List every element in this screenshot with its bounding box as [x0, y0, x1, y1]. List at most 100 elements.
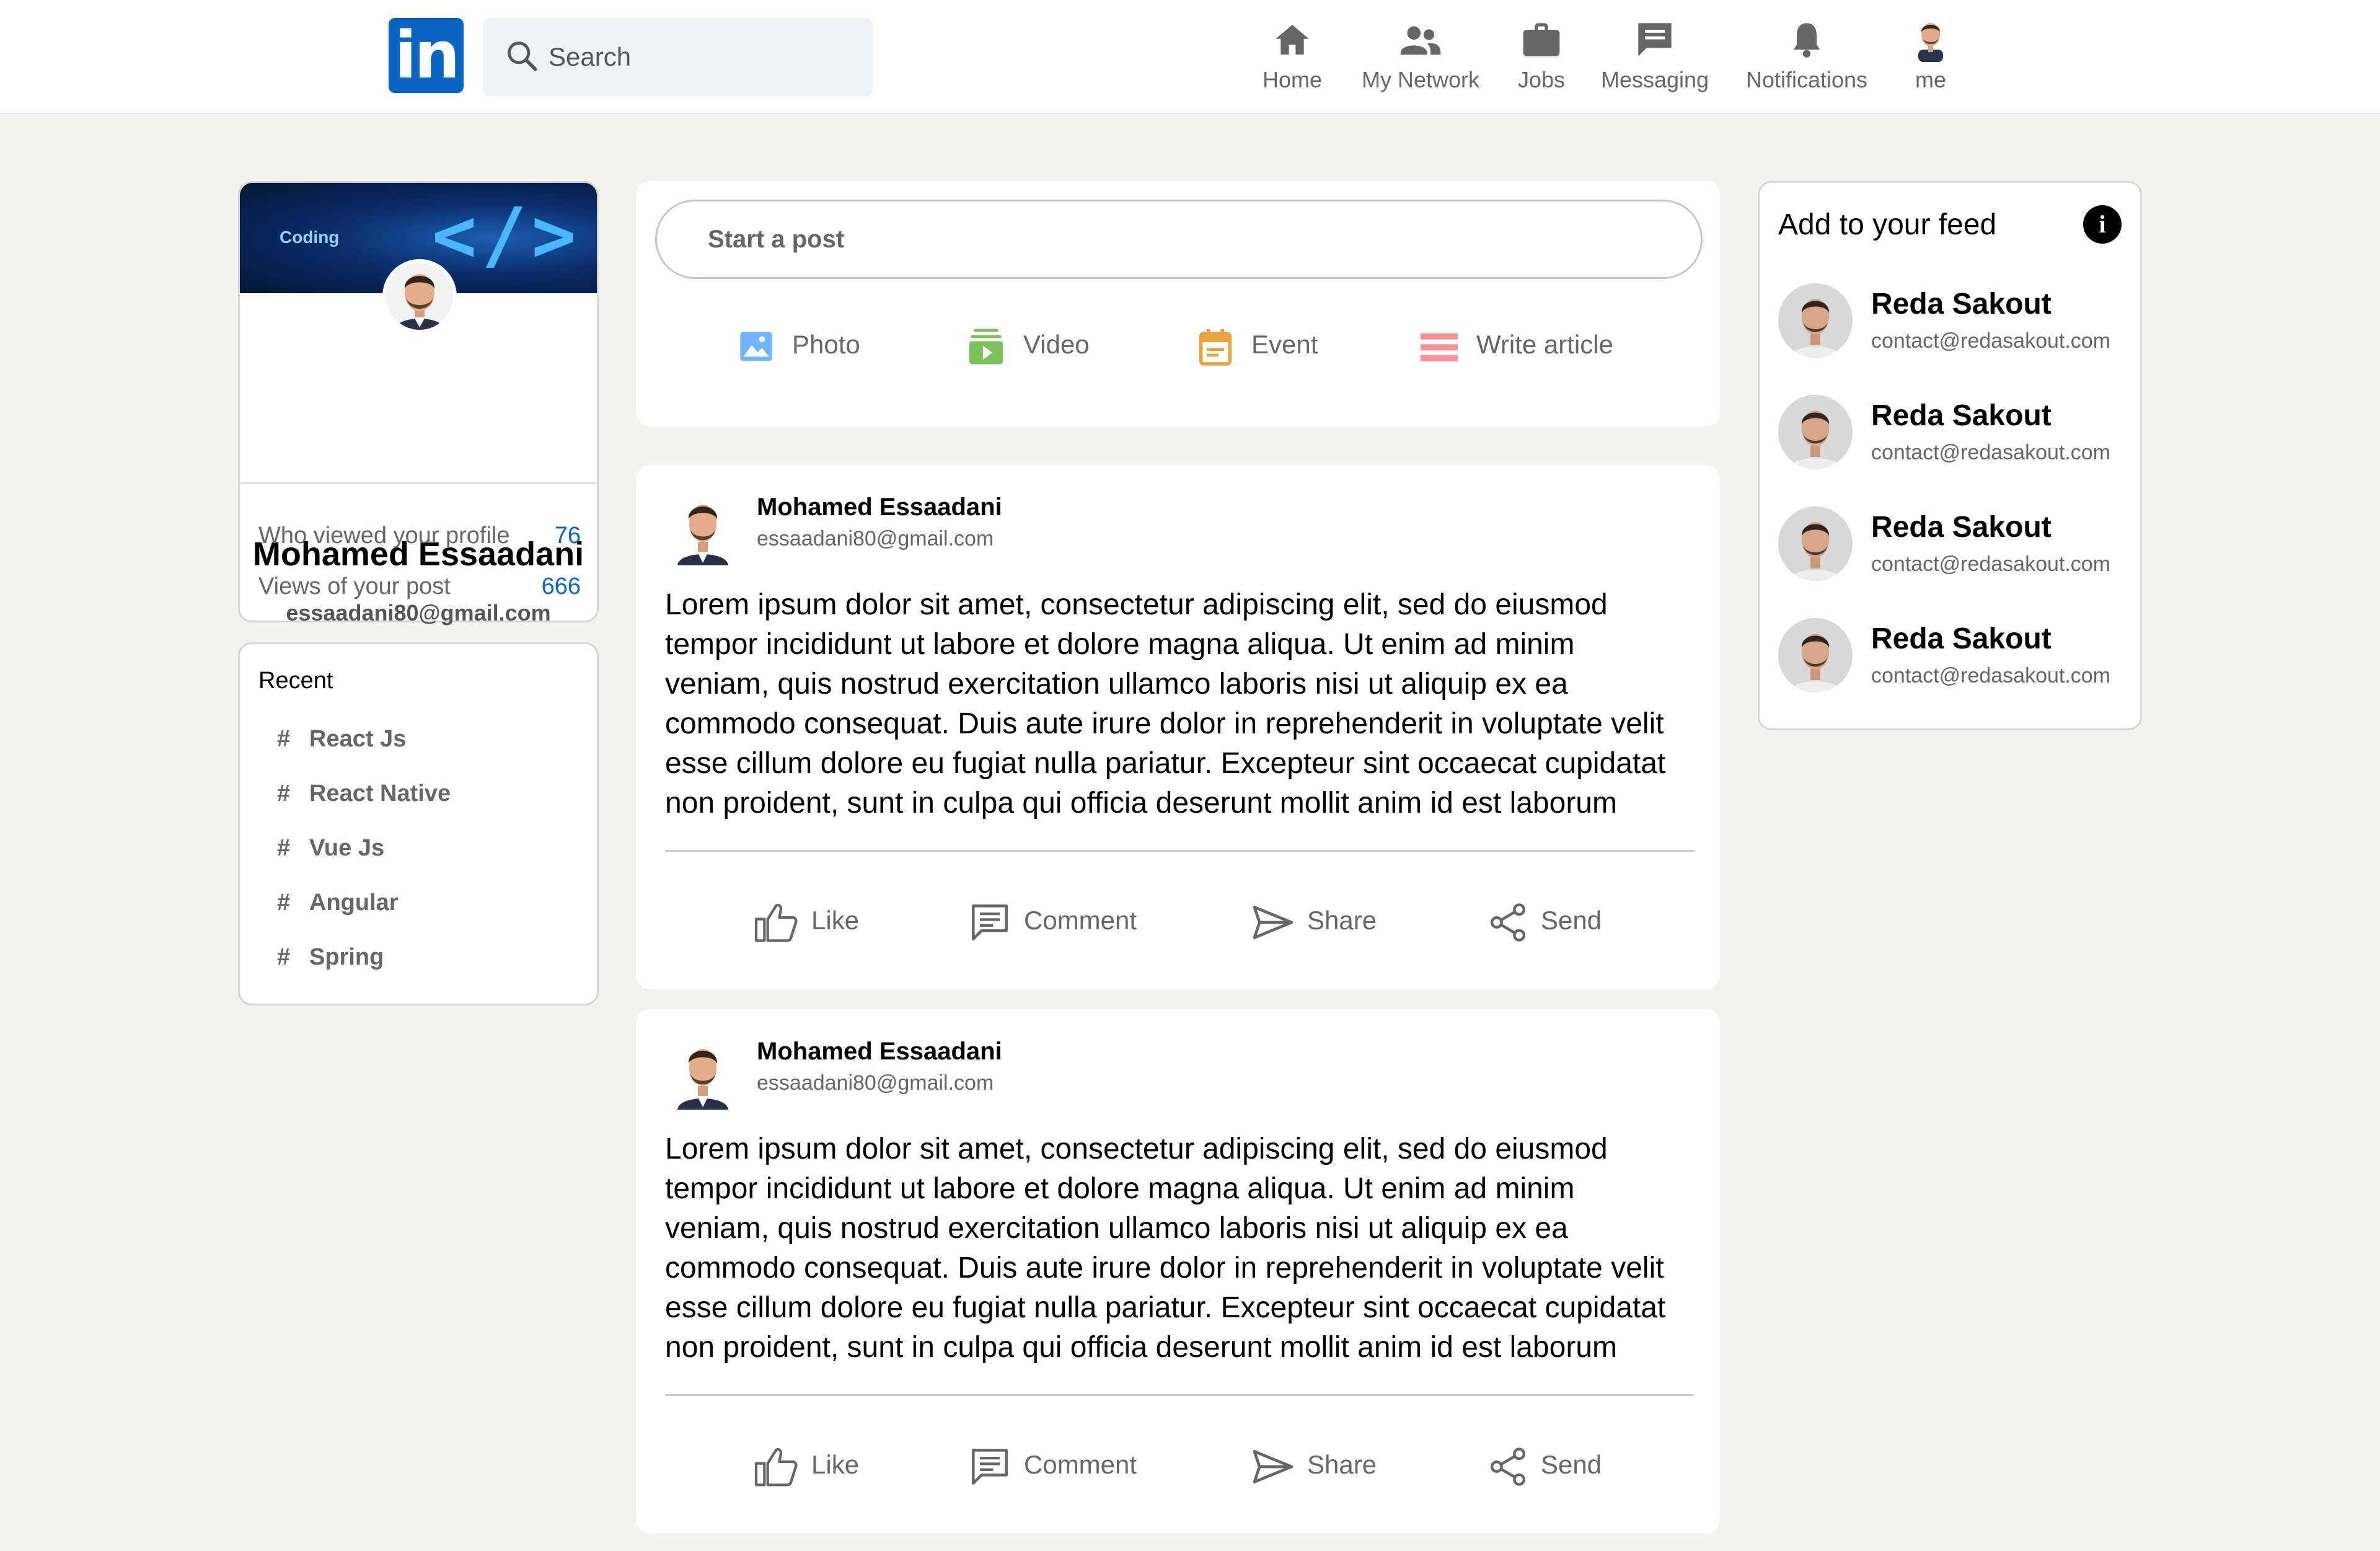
suggestion-email: contact@redasakout.com	[1871, 329, 2111, 353]
tag-label: React Js	[309, 726, 407, 752]
write-article-button[interactable]: Write article	[1421, 325, 1613, 365]
share-button[interactable]: Share	[1253, 899, 1377, 942]
suggestion-photo	[1778, 283, 1853, 358]
post-line: non proident, sunt in culpa qui officia …	[665, 1331, 1617, 1364]
suggestion-name[interactable]: Reda Sakout	[1871, 287, 2052, 321]
start-post-input[interactable]: Start a post	[655, 200, 1703, 279]
stat-post-views[interactable]: Views of your post 666	[258, 573, 581, 600]
tag-label: Vue Js	[309, 835, 385, 861]
recent-tag[interactable]: # Vue Js	[277, 835, 384, 862]
suggestion-name[interactable]: Reda Sakout	[1871, 622, 2052, 656]
suggestion-name[interactable]: Reda Sakout	[1871, 399, 2052, 433]
stat-value: 76	[554, 523, 581, 549]
stat-profile-views[interactable]: Who viewed your profile 76	[258, 523, 581, 549]
feed-suggestion[interactable]: Reda Sakout contact@redasakout.com	[1778, 283, 2138, 364]
send-label: Send	[1541, 906, 1602, 935]
suggestion-photo	[1778, 618, 1853, 692]
comment-label: Comment	[1024, 1450, 1137, 1479]
tag-label: Angular	[309, 890, 399, 916]
post-line: veniam, quis nostrud exercitation ullamc…	[665, 668, 1568, 700]
comment-button[interactable]: Comment	[969, 899, 1137, 942]
suggestion-email: contact@redasakout.com	[1871, 441, 2111, 464]
nav-messaging[interactable]: Messaging	[1597, 17, 1713, 98]
nav-notifications[interactable]: Notifications	[1738, 17, 1875, 98]
suggestion-avatar[interactable]	[1778, 506, 1853, 581]
post-body: Lorem ipsum dolor sit amet, consectetur …	[665, 585, 1706, 823]
post-card: Mohamed Essaadani essaadani80@gmail.com …	[637, 465, 1720, 989]
suggestion-photo	[1778, 395, 1853, 469]
nav-messaging-label: Messaging	[1600, 67, 1709, 92]
linkedin-logo[interactable]: in	[389, 18, 464, 93]
recent-tag[interactable]: # React Native	[277, 780, 451, 807]
home-icon	[1276, 25, 1309, 55]
suggestion-avatar[interactable]	[1778, 618, 1853, 692]
send-button[interactable]: Send	[1489, 1443, 1602, 1487]
post-divider	[665, 850, 1694, 852]
post-card: Mohamed Essaadani essaadani80@gmail.com …	[637, 1009, 1720, 1534]
search-input[interactable]	[549, 18, 858, 96]
nav-me[interactable]: me	[1903, 17, 1959, 98]
post-author-name[interactable]: Mohamed Essaadani	[757, 1038, 1002, 1066]
event-label: Event	[1251, 330, 1318, 359]
nav-jobs[interactable]: Jobs	[1506, 17, 1577, 98]
suggestion-name[interactable]: Reda Sakout	[1871, 510, 2052, 544]
nav-notifications-label: Notifications	[1745, 67, 1868, 92]
profile-avatar[interactable]	[382, 259, 457, 334]
tag-label: Spring	[309, 944, 384, 970]
share-label: Share	[1307, 906, 1377, 935]
hashtag-icon: #	[277, 780, 291, 806]
author-avatar[interactable]	[675, 491, 731, 565]
suggestion-avatar[interactable]	[1778, 395, 1853, 469]
nav-home[interactable]: Home	[1246, 17, 1339, 98]
suggestion-avatar[interactable]	[1778, 283, 1853, 358]
nav-my-network[interactable]: My Network	[1355, 17, 1486, 98]
author-avatar[interactable]	[675, 1035, 731, 1110]
people-icon	[1400, 26, 1441, 55]
like-button[interactable]: Like	[754, 899, 859, 942]
nav-jobs-label: Jobs	[1517, 67, 1566, 92]
feed-suggestion[interactable]: Reda Sakout contact@redasakout.com	[1778, 395, 2138, 475]
send-icon	[1490, 1447, 1526, 1486]
post-author-name[interactable]: Mohamed Essaadani	[757, 493, 1002, 521]
recent-tag[interactable]: # Angular	[277, 890, 399, 916]
comment-button[interactable]: Comment	[969, 1443, 1137, 1487]
post-author-email: essaadani80@gmail.com	[757, 1071, 994, 1095]
post-line: non proident, sunt in culpa qui officia …	[665, 787, 1617, 820]
recent-tag[interactable]: # React Js	[277, 726, 406, 753]
event-button[interactable]: Event	[1198, 325, 1318, 366]
search-bar[interactable]	[483, 18, 873, 96]
recent-tag[interactable]: # Spring	[277, 944, 384, 971]
send-button[interactable]: Send	[1489, 899, 1602, 942]
thumbs-up-icon	[754, 903, 798, 942]
message-icon	[1638, 23, 1672, 56]
hashtag-icon: #	[277, 835, 291, 861]
photo-button[interactable]: Photo	[739, 325, 860, 365]
nav-my-network-label: My Network	[1361, 67, 1480, 92]
code-brackets-icon: </>	[432, 193, 581, 279]
suggestion-email: contact@redasakout.com	[1871, 552, 2111, 576]
info-icon[interactable]: i	[2083, 205, 2122, 244]
profile-email: essaadani80@gmail.com	[286, 600, 551, 625]
feed-suggestion[interactable]: Reda Sakout contact@redasakout.com	[1778, 618, 2138, 699]
send-label: Send	[1541, 1450, 1602, 1479]
post-body: Lorem ipsum dolor sit amet, consectetur …	[665, 1129, 1706, 1368]
like-label: Like	[811, 1450, 860, 1479]
recent-card: Recent # React Js # React Native # Vue Js #…	[238, 642, 599, 1005]
top-navbar: in Home My Network Jobs Messaging Notifi…	[0, 0, 2380, 114]
post-line: esse cillum dolore eu fugiat nulla paria…	[665, 1291, 1666, 1324]
post-line: Lorem ipsum dolor sit amet, consectetur …	[665, 1133, 1608, 1165]
compose-card: Start a post Photo Video Event Write art…	[637, 181, 1720, 426]
post-line: esse cillum dolore eu fugiat nulla paria…	[665, 747, 1666, 780]
share-button[interactable]: Share	[1253, 1443, 1377, 1487]
comment-icon	[972, 1448, 1008, 1485]
add-to-feed-card: Add to your feed i Reda Sakout contact@r…	[1758, 181, 2142, 730]
profile-card: Coding </> Mohamed Essaadani essaadani80…	[238, 181, 599, 625]
nav-me-label: me	[1915, 67, 1946, 92]
feed-suggestion[interactable]: Reda Sakout contact@redasakout.com	[1778, 506, 2138, 587]
like-button[interactable]: Like	[754, 1443, 859, 1487]
video-button[interactable]: Video	[967, 325, 1090, 365]
post-line: commodo consequat. Duis aute irure dolor…	[665, 1252, 1664, 1284]
nav-home-label: Home	[1262, 67, 1323, 92]
hashtag-icon: #	[277, 890, 291, 916]
post-line: Lorem ipsum dolor sit amet, consectetur …	[665, 588, 1608, 621]
